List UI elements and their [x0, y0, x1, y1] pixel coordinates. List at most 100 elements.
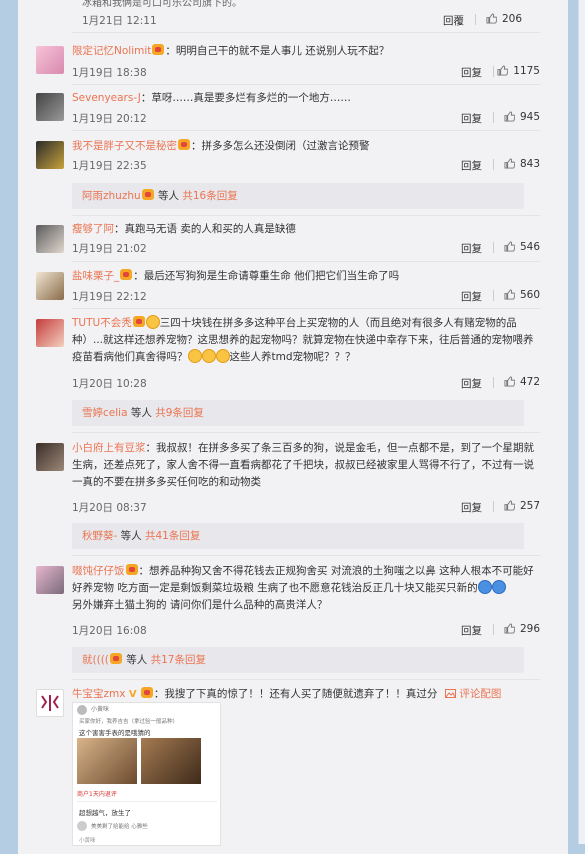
sub-reply-label: 等人 [122, 654, 151, 666]
scrollbar[interactable] [578, 0, 585, 844]
divider [72, 84, 540, 85]
like-button[interactable]: 1175 [497, 65, 540, 77]
comment-body: ：想养品种狗又舍不得花钱去正规狗舍买 对流浪的土狗嗤之以鼻 这种人根本不可能好好… [72, 565, 534, 594]
like-button[interactable]: 472 [504, 376, 540, 388]
like-button[interactable]: 546 [504, 241, 540, 253]
username-link[interactable]: 啜饨仔仔饭 [72, 565, 125, 577]
username-link[interactable]: 瘦够了阿 [72, 223, 114, 235]
sub-reply-names[interactable]: 秋野葵- [82, 530, 117, 542]
username-link[interactable]: Sevenyears-J [72, 92, 141, 104]
username-link[interactable]: TUTU不会秃 [72, 317, 132, 329]
sub-reply-names[interactable]: 阿雨zhuzhu [82, 190, 141, 202]
badge-icon [140, 687, 153, 698]
sub-reply-label: 等人 [117, 530, 145, 542]
avatar[interactable] [36, 93, 64, 121]
emoji-icon [187, 349, 202, 363]
comment-text: 盐味栗子_ ：最后还写狗狗是生命请尊重生命 他们把它们当生命了吗 [72, 268, 540, 285]
comment-date: 1月19日 20:12 [72, 113, 147, 125]
badge-icon [132, 316, 145, 327]
divider [77, 801, 217, 802]
like-button[interactable]: 206 [486, 13, 522, 25]
comment-date: 1月20日 08:37 [72, 502, 147, 514]
comment-body: ：明明自己干的就不是人事儿 还说别人玩不起？ [165, 45, 390, 57]
picture-line: 买家你好，我养吉吉（拿过验一般品种） [79, 719, 179, 725]
emoji-icon [491, 580, 506, 594]
reply-button[interactable]: 回复 [461, 623, 482, 638]
comment-text: Sevenyears-J：草呀……真是要多烂有多烂的一个地方…… [72, 90, 540, 107]
comment-text: 瘦够了阿：真跑马无语 卖的人和买的人真是缺德 [72, 221, 540, 238]
avatar[interactable] [36, 443, 64, 471]
like-button[interactable]: 843 [504, 158, 540, 170]
sub-reply-bar[interactable]: 就(((( 等人 共17条回复 [72, 647, 524, 673]
thumb-up-icon [504, 289, 515, 300]
reply-button[interactable]: 回复 [461, 500, 482, 515]
divider [72, 555, 540, 556]
comment-picture[interactable]: 小黄咪 买家你好，我养吉吉（拿过验一般品种） 这个害害手表的是哦猜的 商户1天内… [72, 702, 221, 846]
reply-button[interactable]: 回复 [461, 289, 482, 304]
comment-picture-link[interactable]: 评论配图 [445, 688, 501, 700]
sub-reply-count[interactable]: 共17条回复 [151, 654, 206, 666]
comment-meta: 1月19日 22:12 回复 560 [72, 289, 540, 303]
sub-reply-bar[interactable]: 雪婷celia 等人 共9条回复 [72, 400, 524, 426]
like-count: 560 [519, 289, 540, 301]
picture-photo [141, 738, 201, 784]
comment-snippet: 冰箱和我俩是可口可乐公司旗下的。 [82, 0, 242, 9]
divider [72, 679, 540, 680]
picture-line: 这个害害手表的是哦猜的 [79, 729, 151, 737]
comment-date: 1月20日 16:08 [72, 625, 147, 637]
like-button[interactable]: 296 [504, 623, 540, 635]
like-button[interactable]: 945 [504, 111, 540, 123]
sub-reply-bar[interactable]: 秋野葵- 等人 共41条回复 [72, 523, 524, 549]
avatar[interactable] [36, 689, 64, 717]
sub-reply-bar[interactable]: 阿雨zhuzhu 等人 共16条回复 [72, 183, 524, 209]
thumb-up-icon [486, 13, 497, 24]
avatar[interactable] [36, 141, 64, 169]
sub-reply-names[interactable]: 雪婷celia [82, 407, 128, 419]
like-button[interactable]: 257 [504, 500, 540, 512]
reply-button[interactable]: 回复 [461, 111, 482, 126]
like-count: 843 [519, 158, 540, 170]
comment-date: 1月19日 18:38 [72, 67, 147, 79]
divider [72, 432, 540, 433]
sub-reply-count[interactable]: 共41条回复 [145, 530, 200, 542]
divider [493, 290, 494, 301]
comment-meta: 1月20日 16:08 回复 296 [72, 623, 540, 637]
username-link[interactable]: 小白府上有豆浆 [72, 442, 146, 454]
divider [72, 308, 540, 309]
divider [72, 261, 540, 262]
sub-reply-names[interactable]: 就(((( [82, 654, 109, 666]
reply-button[interactable]: 回复 [461, 65, 482, 80]
like-button[interactable]: 560 [504, 289, 540, 301]
avatar[interactable] [36, 566, 64, 594]
sub-reply-label: 等人 [154, 190, 183, 202]
avatar[interactable] [36, 225, 64, 253]
divider [493, 112, 494, 123]
comment-text: 啜饨仔仔饭 ：想养品种狗又舍不得花钱去正规狗舍买 对流浪的土狗嗤之以鼻 这种人根本… [72, 563, 540, 614]
badge-icon [141, 189, 154, 200]
divider [72, 130, 540, 131]
reply-button[interactable]: 回覆 [443, 13, 464, 28]
avatar[interactable] [36, 319, 64, 347]
username-link[interactable]: 牛宝宝zmx [72, 688, 125, 700]
username-link[interactable]: 盐味栗子_ [72, 270, 119, 282]
thumb-up-icon [497, 65, 509, 76]
reply-button[interactable]: 回复 [461, 376, 482, 391]
reply-button[interactable]: 回复 [461, 158, 482, 173]
username-link[interactable]: 我不是胖子又不是秘密 [72, 140, 177, 152]
avatar [77, 705, 87, 715]
reply-button[interactable]: 回复 [461, 241, 482, 256]
picture-line: 超想越气，放生了 [79, 809, 131, 817]
avatar[interactable] [36, 46, 64, 74]
like-count: 296 [519, 623, 540, 635]
comment-body: ：拼多多怎么还没倒闭（过激言论预警 [191, 140, 370, 152]
sub-reply-count[interactable]: 共9条回复 [155, 407, 204, 419]
like-count: 1175 [513, 65, 540, 77]
avatar [77, 821, 87, 831]
sub-reply-count[interactable]: 共16条回复 [182, 190, 237, 202]
avatar[interactable] [36, 272, 64, 300]
like-count: 257 [519, 500, 540, 512]
comment-picture-label[interactable]: 评论配图 [459, 688, 501, 700]
username-link[interactable]: 限定记忆Nolimit [72, 45, 151, 57]
comment-meta: 1月21日 12:11 回覆 206 [82, 13, 522, 27]
comment-meta: 1月20日 10:28 回复 472 [72, 376, 540, 390]
